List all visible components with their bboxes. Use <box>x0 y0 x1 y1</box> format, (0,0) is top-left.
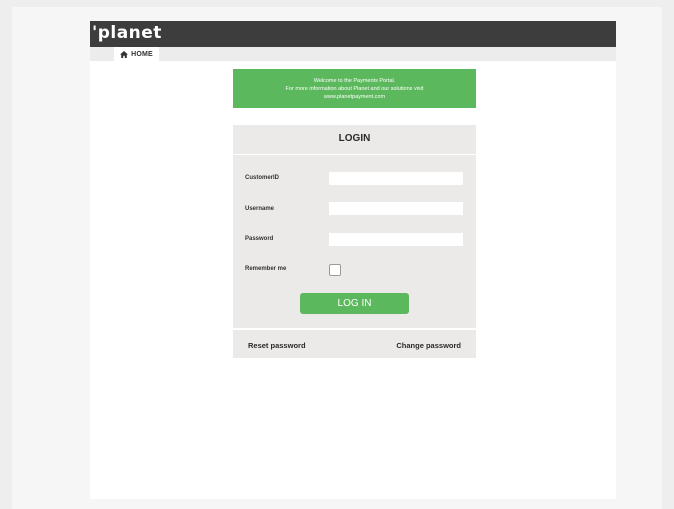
home-tab[interactable]: HOME <box>114 47 159 61</box>
username-label: Username <box>245 206 275 212</box>
username-input[interactable] <box>329 202 463 215</box>
content-panel: 'planet HOME Welcome to the Payments Por… <box>90 21 616 499</box>
login-button[interactable]: LOG IN <box>300 293 409 314</box>
home-icon <box>120 50 129 58</box>
password-input[interactable] <box>329 233 463 246</box>
title-divider <box>233 154 476 155</box>
footer-divider <box>233 328 476 330</box>
change-password-link[interactable]: Change password <box>396 341 461 350</box>
welcome-line-1: Welcome to the Payments Portal. <box>313 77 396 84</box>
reset-password-link[interactable]: Reset password <box>248 341 306 350</box>
password-label: Password <box>245 236 274 242</box>
customer-id-label: CustomerID <box>245 175 280 181</box>
customer-id-input[interactable] <box>329 172 463 185</box>
planet-logo[interactable]: 'planet <box>92 22 162 44</box>
login-title: LOGIN <box>338 133 371 144</box>
nav-strip <box>90 47 616 61</box>
welcome-banner: Welcome to the Payments Portal. For more… <box>233 69 476 108</box>
home-tab-label: HOME <box>131 50 153 58</box>
welcome-line-3[interactable]: www.planetpayment.com <box>233 93 476 101</box>
header-bar: 'planet <box>90 21 616 47</box>
remember-me-label: Remember me <box>245 266 287 272</box>
remember-me-checkbox[interactable] <box>329 264 341 276</box>
welcome-line-2: For more information about Planet and ou… <box>285 85 424 92</box>
login-card: LOGIN CustomerID Username Password Remem… <box>233 125 476 358</box>
